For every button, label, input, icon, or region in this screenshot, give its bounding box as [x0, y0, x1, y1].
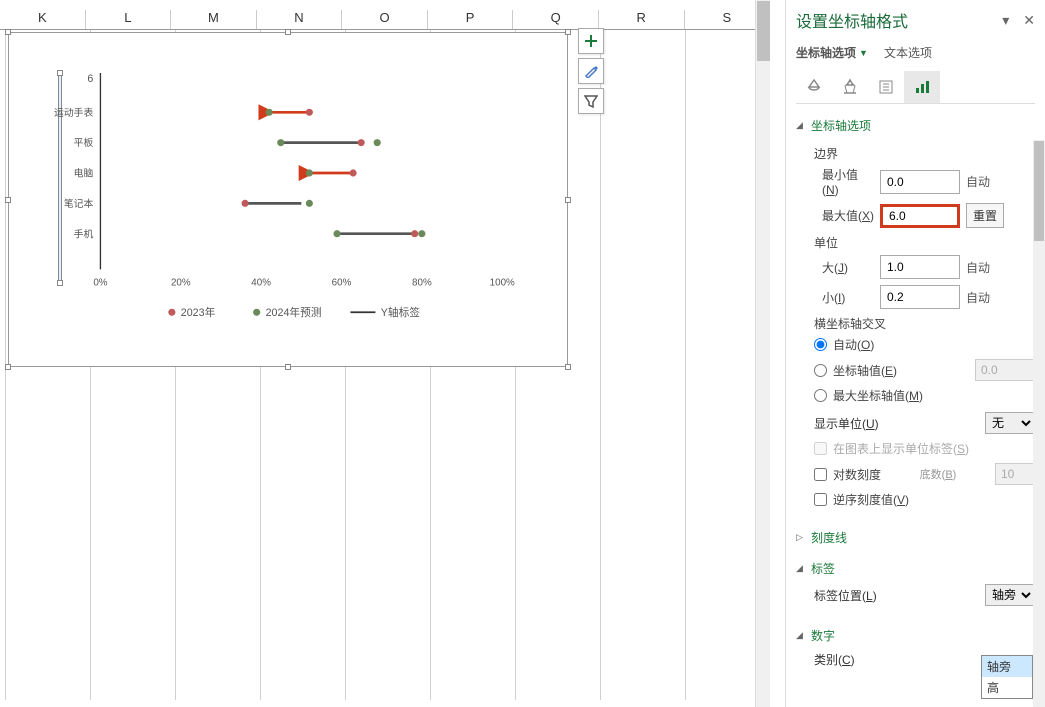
fill-icon-tab[interactable] — [796, 71, 832, 103]
major-label: 大(J) — [814, 259, 874, 276]
col-header[interactable]: M — [171, 10, 257, 29]
reset-button[interactable]: 重置 — [966, 203, 1004, 228]
axis-icon-tab[interactable] — [904, 71, 940, 103]
show-units-checkbox — [814, 442, 827, 455]
column-headers: K L M N O P Q R S — [0, 10, 770, 30]
show-units-label: 在图表上显示单位标签(S) — [833, 440, 969, 457]
label-position-select[interactable]: 轴旁 — [985, 584, 1035, 606]
svg-text:100%: 100% — [490, 278, 515, 289]
section-axis-options[interactable]: 坐标轴选项 — [796, 114, 1035, 137]
units-heading: 单位 — [814, 234, 1035, 251]
bounds-heading: 边界 — [814, 145, 1035, 162]
svg-text:40%: 40% — [251, 278, 271, 289]
col-header[interactable]: O — [342, 10, 428, 29]
cross-max-radio[interactable] — [814, 389, 827, 402]
resize-handle[interactable] — [5, 197, 11, 203]
svg-text:2024年预测: 2024年预测 — [266, 306, 322, 319]
panel-menu-icon[interactable]: ▾ — [1002, 12, 1009, 29]
svg-text:0%: 0% — [93, 278, 107, 289]
svg-text:笔记本: 笔记本 — [64, 197, 94, 210]
label-position-label: 标签位置(L) — [814, 587, 979, 604]
axis-top-label: 6 — [87, 73, 93, 85]
col-header[interactable]: N — [257, 10, 343, 29]
panel-scrollbar[interactable] — [1033, 140, 1045, 707]
resize-handle[interactable] — [5, 29, 11, 35]
svg-text:60%: 60% — [332, 278, 352, 289]
log-base-label: 底数(B) — [920, 466, 957, 482]
major-auto: 自动 — [966, 259, 998, 276]
tab-axis-options[interactable]: 坐标轴选项▼ — [796, 44, 868, 61]
embedded-chart[interactable]: 6 运动手表 平板 电脑 笔记本 手机 0% 20% 40% 60% 80% 1… — [8, 32, 568, 367]
scrollbar-thumb[interactable] — [1034, 141, 1044, 241]
resize-handle[interactable] — [565, 197, 571, 203]
svg-text:平板: 平板 — [74, 136, 94, 149]
col-header[interactable]: Q — [513, 10, 599, 29]
display-units-label: 显示单位(U) — [814, 415, 979, 432]
chart-elements-button[interactable] — [578, 28, 604, 54]
category-label: 类别(C) — [814, 651, 855, 668]
scrollbar-thumb[interactable] — [757, 1, 770, 61]
chart-float-buttons — [578, 28, 604, 114]
svg-text:20%: 20% — [171, 278, 191, 289]
minor-label: 小(I) — [814, 289, 874, 306]
minor-input[interactable] — [880, 285, 960, 309]
minor-auto: 自动 — [966, 289, 998, 306]
min-label: 最小值(N) — [814, 166, 874, 197]
max-input[interactable] — [880, 204, 960, 228]
chevron-down-icon: ▼ — [859, 48, 868, 58]
col-header[interactable]: K — [0, 10, 86, 29]
svg-text:运动手表: 运动手表 — [54, 106, 93, 119]
svg-text:Y轴标签: Y轴标签 — [381, 306, 421, 319]
col-header[interactable]: R — [599, 10, 685, 29]
panel-icon-tabs — [796, 71, 1035, 104]
cross-heading: 横坐标轴交叉 — [814, 315, 1035, 332]
label-position-dropdown[interactable]: 轴旁 高 — [981, 655, 1033, 699]
section-labels[interactable]: 标签 — [796, 557, 1035, 580]
reverse-checkbox[interactable] — [814, 493, 827, 506]
log-scale-checkbox[interactable] — [814, 468, 827, 481]
cross-value-label: 坐标轴值(E) — [833, 362, 897, 379]
resize-handle[interactable] — [285, 29, 291, 35]
effects-icon-tab[interactable] — [832, 71, 868, 103]
min-input[interactable] — [880, 170, 960, 194]
col-header[interactable]: L — [86, 10, 172, 29]
cross-value-radio[interactable] — [814, 364, 827, 377]
cross-auto-radio[interactable] — [814, 338, 827, 351]
cross-value-input[interactable] — [975, 359, 1035, 381]
svg-text:电脑: 电脑 — [74, 167, 94, 180]
chart-filter-button[interactable] — [578, 88, 604, 114]
dropdown-option[interactable]: 高 — [982, 677, 1032, 698]
resize-handle[interactable] — [285, 364, 291, 370]
dropdown-option[interactable]: 轴旁 — [982, 656, 1032, 677]
svg-text:2023年: 2023年 — [181, 306, 216, 319]
resize-handle[interactable] — [565, 364, 571, 370]
size-icon-tab[interactable] — [868, 71, 904, 103]
reverse-label: 逆序刻度值(V) — [833, 491, 909, 508]
cross-auto-label: 自动(O) — [833, 336, 874, 353]
cross-max-label: 最大坐标轴值(M) — [833, 387, 923, 404]
format-axis-panel: 设置坐标轴格式 ▾ ✕ 坐标轴选项▼ 文本选项 坐标轴选项 边界 最小值(N) … — [785, 0, 1045, 707]
resize-handle[interactable] — [5, 364, 11, 370]
chart-styles-button[interactable] — [578, 58, 604, 84]
col-header[interactable]: P — [428, 10, 514, 29]
tab-text-options[interactable]: 文本选项 — [884, 44, 932, 61]
major-input[interactable] — [880, 255, 960, 279]
resize-handle[interactable] — [565, 29, 571, 35]
display-units-select[interactable]: 无 — [985, 412, 1035, 434]
grid-scrollbar[interactable] — [755, 0, 770, 707]
min-auto: 自动 — [966, 173, 998, 190]
section-number[interactable]: 数字 — [796, 624, 1035, 647]
section-tick-marks[interactable]: 刻度线 — [796, 526, 1035, 549]
svg-text:手机: 手机 — [74, 227, 94, 240]
panel-title: 设置坐标轴格式 — [796, 8, 908, 32]
chart-plot: 6 运动手表 平板 电脑 笔记本 手机 0% 20% 40% 60% 80% 1… — [19, 73, 539, 323]
close-icon[interactable]: ✕ — [1023, 12, 1035, 29]
max-label: 最大值(X) — [814, 207, 874, 224]
svg-text:80%: 80% — [412, 278, 432, 289]
log-base-input — [995, 463, 1035, 485]
log-scale-label: 对数刻度 — [833, 466, 881, 483]
